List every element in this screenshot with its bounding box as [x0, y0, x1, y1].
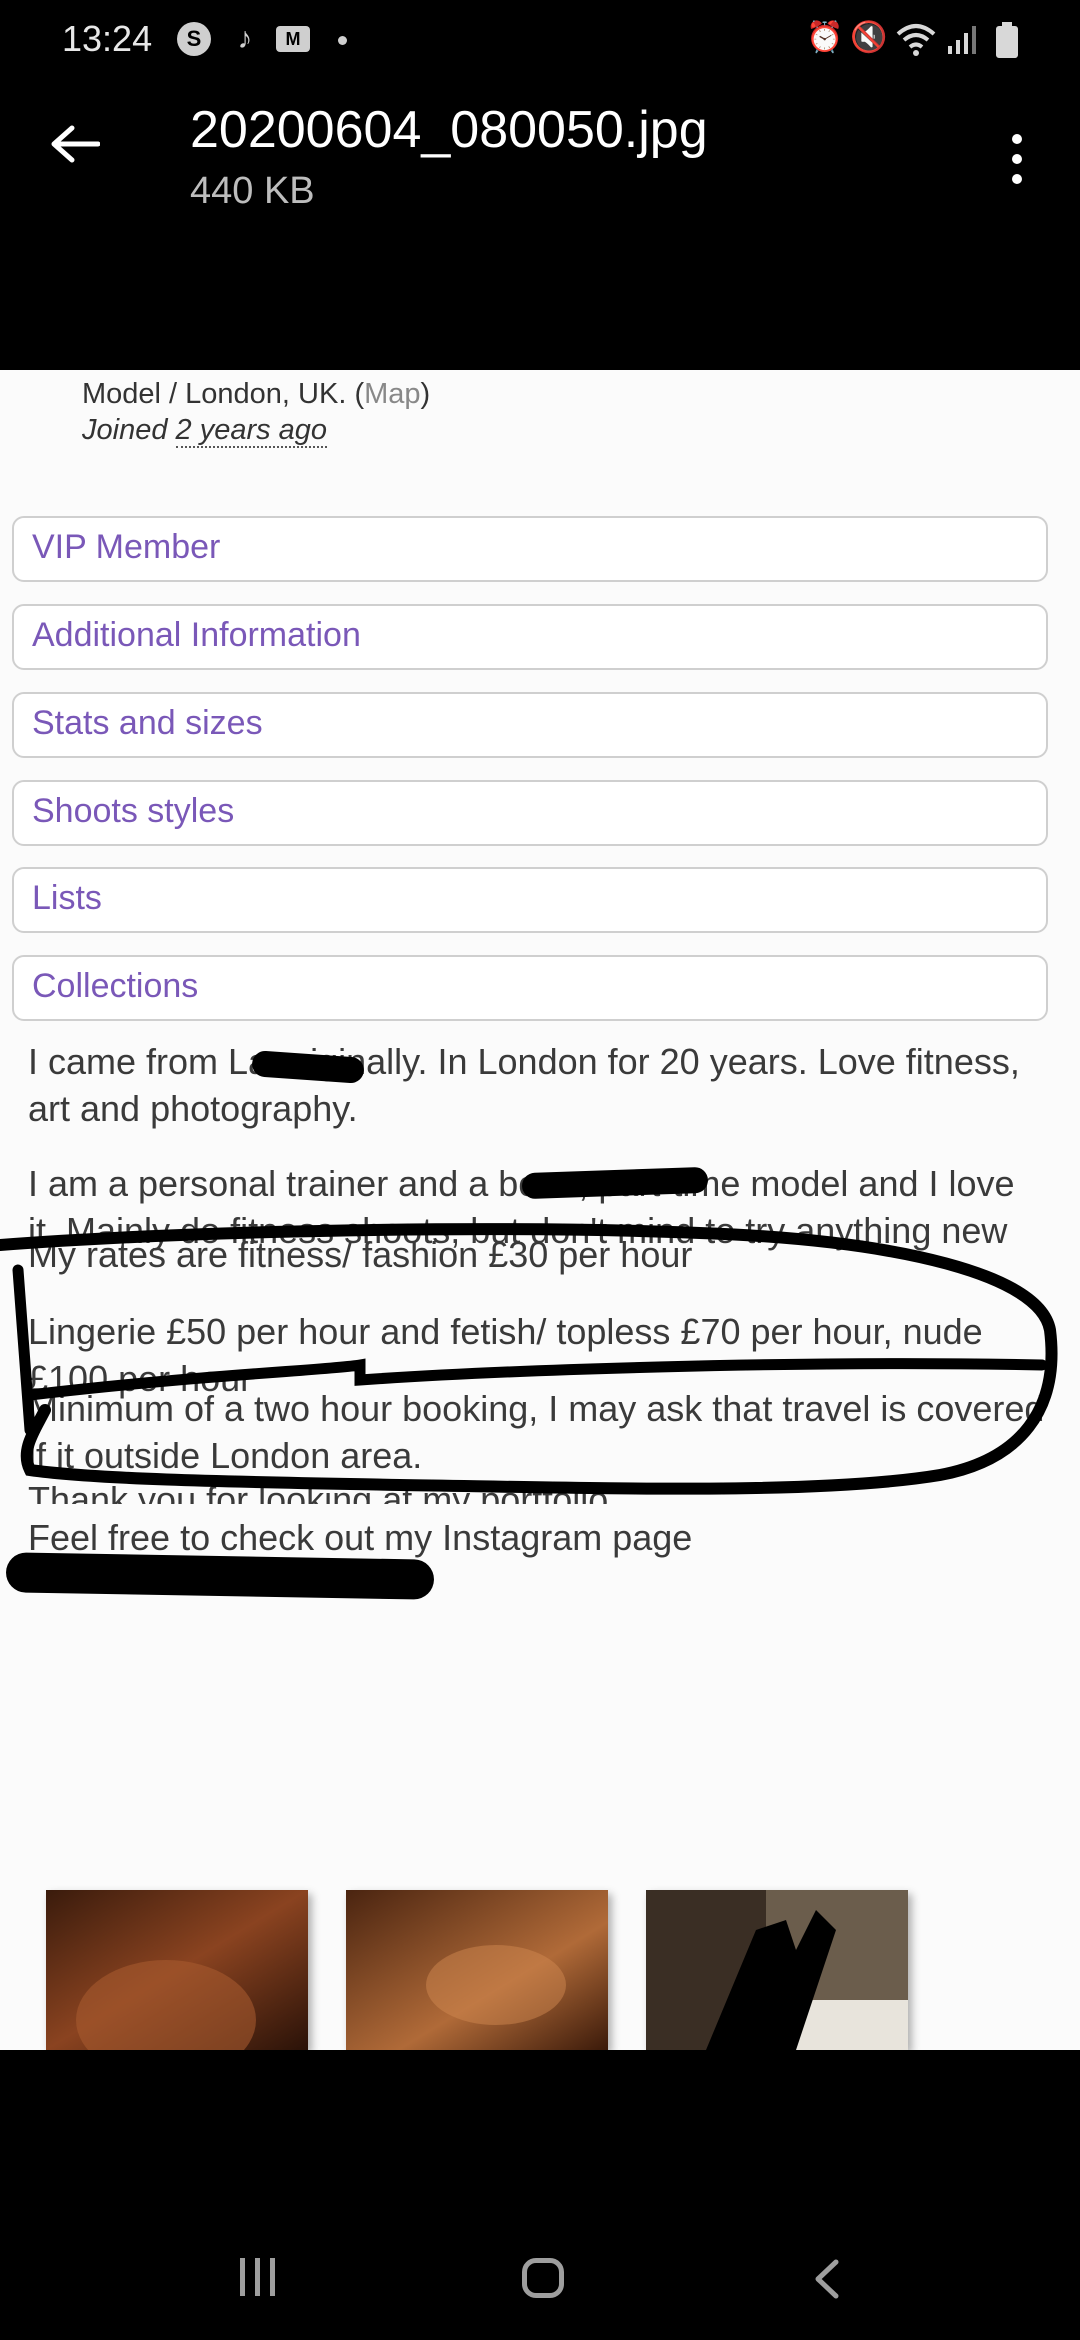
- instagram-text: Feel free to check out my Instagram page: [28, 1517, 693, 1558]
- recent-apps-icon[interactable]: [240, 2258, 286, 2298]
- section-additional-information: Additional Information: [12, 604, 1048, 670]
- section-shoots-styles: Shoots styles: [12, 780, 1048, 846]
- thank-you-text: Thank you for looking at my portfolio: [28, 1479, 609, 1504]
- profile-location: Model / London, UK. (Map): [82, 378, 431, 410]
- section-lists: Lists: [12, 867, 1048, 933]
- signal-icon: [948, 26, 976, 54]
- nav-back-icon[interactable]: [808, 2258, 848, 2300]
- status-bar: 13:24 S ♪ M ⏰ 🔇: [0, 0, 1080, 84]
- profile-joined: Joined 2 years ago: [82, 414, 328, 448]
- status-time: 13:24: [62, 18, 153, 59]
- redaction-mark: [5, 1552, 435, 1600]
- bio-paragraph-origin: I came from La originally. In London for…: [28, 1041, 1020, 1129]
- tiktok-icon: ♪: [237, 22, 253, 55]
- section-stats-and-sizes: Stats and sizes: [12, 692, 1048, 758]
- back-arrow-icon[interactable]: [48, 124, 100, 164]
- more-options-icon[interactable]: [1012, 134, 1024, 184]
- map-link: Map: [364, 378, 421, 410]
- file-name: 20200604_080050.jpg: [190, 101, 708, 159]
- portfolio-thumbnail: [46, 1890, 308, 2050]
- portfolio-thumbnail: [346, 1890, 608, 2050]
- wifi-icon: [896, 24, 936, 56]
- booking-terms: Minimum of a two hour booking, I may ask…: [28, 1388, 1045, 1476]
- mute-icon: 🔇: [850, 21, 888, 54]
- dot-icon: [338, 36, 347, 45]
- skype-icon: S: [177, 22, 211, 56]
- section-collections: Collections: [12, 955, 1048, 1021]
- gmail-icon: M: [276, 26, 310, 52]
- home-icon[interactable]: [522, 2258, 564, 2298]
- photo-viewer-image[interactable]: Model / London, UK. (Map) Joined 2 years…: [0, 370, 1080, 2050]
- section-vip-member: VIP Member: [12, 516, 1048, 582]
- battery-icon: [996, 22, 1018, 58]
- rates-fitness-fashion: My rates are fitness/ fashion £30 per ho…: [28, 1234, 693, 1275]
- alarm-icon: ⏰: [806, 21, 844, 54]
- file-size: 440 KB: [190, 170, 315, 212]
- portfolio-thumbnail: [646, 1890, 908, 2050]
